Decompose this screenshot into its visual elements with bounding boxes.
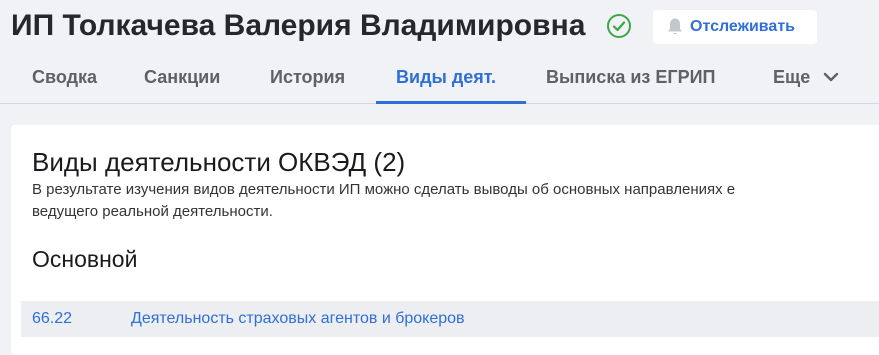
follow-button[interactable]: Отслеживать xyxy=(653,10,817,44)
tab-egrip-extract[interactable]: Выписка из ЕГРИП xyxy=(546,56,715,104)
verified-check-icon xyxy=(607,14,631,38)
bell-icon xyxy=(668,18,682,35)
section-title-main: Основной xyxy=(32,246,138,272)
tab-more[interactable]: Еще xyxy=(773,56,839,104)
card-description: В результате изучения видов деятельности… xyxy=(32,179,879,223)
okved-name-link[interactable]: Деятельность страховых агентов и брокеро… xyxy=(131,301,465,337)
tab-more-label: Еще xyxy=(773,67,811,87)
tab-history[interactable]: История xyxy=(270,56,345,104)
follow-button-label: Отслеживать xyxy=(690,18,795,35)
card-title: Виды деятельности ОКВЭД (2) xyxy=(32,147,406,177)
tab-bar: Сводка Санкции История Виды деят. Выписк… xyxy=(0,56,879,104)
card-description-line: В результате изучения видов деятельности… xyxy=(32,181,736,198)
tab-summary[interactable]: Сводка xyxy=(32,56,97,104)
tab-activities[interactable]: Виды деят. xyxy=(396,56,496,104)
chevron-down-icon xyxy=(824,72,839,81)
page-title: ИП Толкачева Валерия Владимировна xyxy=(11,9,586,42)
card-description-line: ведущего реальной деятельности. xyxy=(32,203,273,220)
okved-row: 66.22 Деятельность страховых агентов и б… xyxy=(21,301,879,337)
tab-sanctions[interactable]: Санкции xyxy=(144,56,220,104)
active-tab-indicator xyxy=(376,101,526,104)
activities-card: Виды деятельности ОКВЭД (2) В результате… xyxy=(11,125,879,355)
page-header: ИП Толкачева Валерия Владимировна Отслеж… xyxy=(0,0,879,60)
okved-code-link[interactable]: 66.22 xyxy=(32,301,72,337)
